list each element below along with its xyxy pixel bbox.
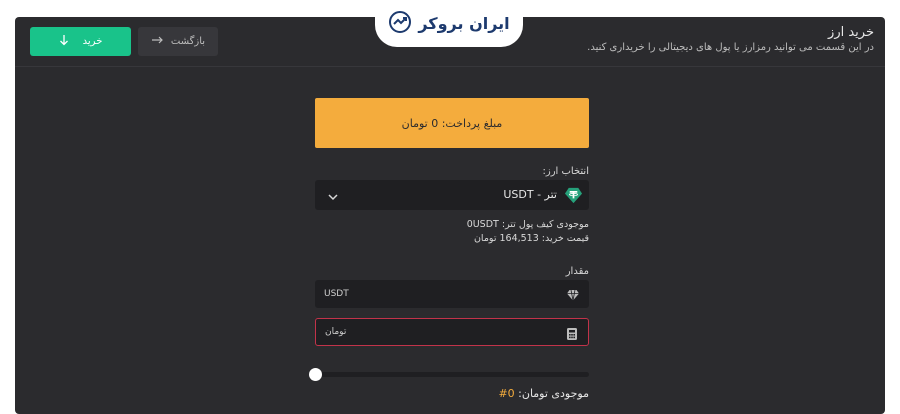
logo-text: ایران بروکر	[418, 14, 510, 33]
amount-slider[interactable]	[309, 368, 589, 381]
brand-logo: ایران بروکر	[375, 0, 523, 47]
amount-label: مقدار	[565, 266, 589, 277]
chart-trend-icon	[388, 10, 412, 38]
toman-amount-field[interactable]	[315, 318, 589, 346]
wallet-balance-text: موجودی کیف پول تتر: 0USDT	[466, 219, 589, 230]
arrow-right-icon	[151, 36, 163, 47]
buy-button[interactable]: خرید	[30, 27, 131, 56]
back-button-label: بازگشت	[170, 36, 206, 47]
payment-amount-text: مبلغ پرداخت: 0 تومان	[401, 116, 503, 130]
download-arrow-icon	[59, 34, 69, 49]
toman-balance: موجودی تومان: 0#	[498, 387, 589, 400]
usdt-amount-field[interactable]	[315, 280, 589, 308]
toman-balance-value: 0#	[498, 387, 515, 400]
tether-icon	[564, 186, 583, 205]
currency-select[interactable]: تتر - USDT	[315, 180, 589, 210]
chevron-down-icon	[327, 188, 339, 201]
buy-button-label: خرید	[82, 36, 103, 47]
currency-label: انتخاب ارز:	[542, 166, 589, 177]
main-panel: خرید ارز در این قسمت می توانید رمزارز یا…	[15, 17, 885, 414]
back-button[interactable]: بازگشت	[138, 27, 218, 56]
currency-select-value: تتر - USDT	[503, 188, 557, 201]
toman-amount-input[interactable]	[316, 319, 546, 345]
diamond-icon	[566, 287, 580, 301]
usdt-amount-input[interactable]	[315, 280, 545, 308]
page-title: خرید ارز	[828, 25, 874, 40]
slider-handle[interactable]	[309, 368, 322, 381]
buy-price-text: قیمت خرید: 164,513 تومان	[473, 233, 589, 244]
calculator-icon	[565, 326, 579, 340]
page-subtitle: در این قسمت می توانید رمزارز یا پول های …	[587, 42, 874, 53]
payment-amount-box: مبلغ پرداخت: 0 تومان	[315, 98, 589, 148]
toman-balance-label: موجودی تومان:	[518, 387, 589, 400]
